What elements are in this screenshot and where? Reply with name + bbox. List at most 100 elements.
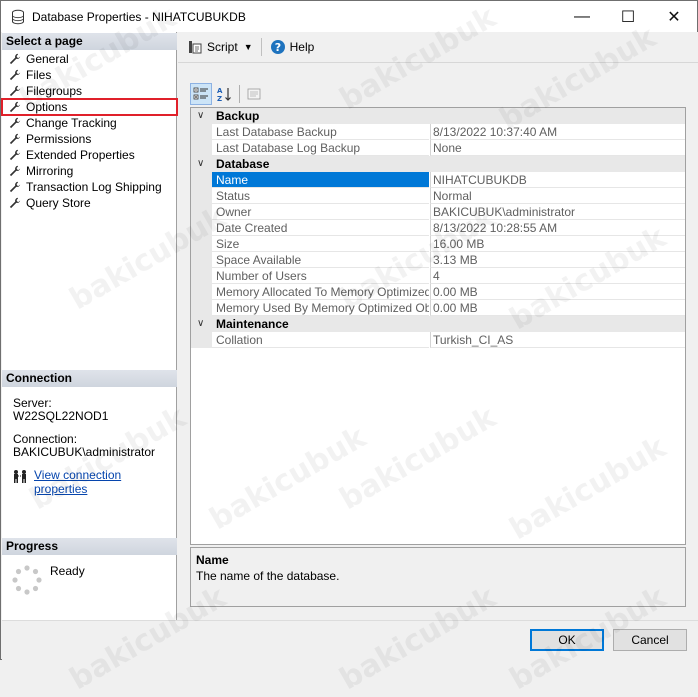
row-gutter: [191, 300, 212, 316]
property-row[interactable]: Memory Allocated To Memory Optimized Obj…: [191, 284, 685, 300]
connection-header: Connection: [2, 370, 177, 387]
title-bar[interactable]: Database Properties - NIHATCUBUKDB — ☐ ✕: [1, 1, 697, 32]
page-item-mirroring[interactable]: Mirroring: [2, 163, 177, 179]
property-value: 8/13/2022 10:28:55 AM: [430, 220, 685, 236]
collapse-chevron-icon[interactable]: ∨: [197, 156, 204, 172]
collapse-chevron-icon[interactable]: ∨: [197, 316, 204, 332]
property-name: Last Database Log Backup: [212, 140, 429, 156]
wrench-icon: [9, 53, 21, 65]
page-item-transaction-log-shipping[interactable]: Transaction Log Shipping: [2, 179, 177, 195]
page-item-general[interactable]: General: [2, 51, 177, 67]
database-icon: [12, 9, 24, 24]
view-connection-properties-link[interactable]: View connection properties: [34, 468, 176, 496]
property-pages-icon: [247, 88, 261, 100]
row-gutter: [191, 284, 212, 300]
property-value: 3.13 MB: [430, 252, 685, 268]
page-item-query-store[interactable]: Query Store: [2, 195, 177, 211]
page-item-filegroups[interactable]: Filegroups: [2, 83, 177, 99]
wrench-icon: [9, 117, 21, 129]
script-button[interactable]: Script ▼: [183, 36, 257, 58]
close-button[interactable]: ✕: [651, 1, 697, 32]
toolbar-separator: [260, 38, 262, 56]
property-name: Last Database Backup: [212, 124, 429, 140]
dialog-button-bar: OK Cancel: [2, 620, 698, 660]
property-name: Status: [212, 188, 429, 204]
ok-button[interactable]: OK: [530, 629, 604, 651]
page-item-permissions[interactable]: Permissions: [2, 131, 177, 147]
svg-text:A: A: [217, 87, 223, 95]
property-row[interactable]: Last Database Backup 8/13/2022 10:37:40 A…: [191, 124, 685, 140]
property-value: BAKICUBUK\administrator: [430, 204, 685, 220]
description-title: Name: [196, 553, 229, 567]
page-item-extended-properties[interactable]: Extended Properties: [2, 147, 177, 163]
property-row[interactable]: Number of Users 4: [191, 268, 685, 284]
select-page-header: Select a page: [2, 33, 177, 50]
property-row[interactable]: Memory Used By Memory Optimized Objects0…: [191, 300, 685, 316]
minimize-button[interactable]: —: [559, 1, 605, 32]
chevron-down-icon: ▼: [243, 42, 253, 52]
property-value: 8/13/2022 10:37:40 AM: [430, 124, 685, 140]
alphabetical-button[interactable]: A Z: [213, 83, 235, 105]
property-name: Number of Users: [212, 268, 429, 284]
left-pane: Select a page General Files Filegroups Opti…: [1, 32, 178, 620]
wrench-icon: [9, 149, 21, 161]
server-label: Server:: [13, 396, 52, 410]
grid-toolbar: A Z: [190, 82, 266, 106]
window-title: Database Properties - NIHATCUBUKDB: [32, 9, 246, 24]
maximize-icon: ☐: [620, 8, 636, 26]
property-value: 0.00 MB: [430, 300, 685, 316]
property-value: Turkish_CI_AS: [430, 332, 685, 348]
page-item-label: Query Store: [26, 196, 91, 210]
category-maintenance[interactable]: ∨ Maintenance: [191, 316, 685, 332]
property-row[interactable]: Status Normal: [191, 188, 685, 204]
cancel-button[interactable]: Cancel: [613, 629, 687, 651]
page-item-options[interactable]: Options: [1, 98, 178, 116]
property-grid: ∨ Backup Last Database Backup 8/13/2022 10:…: [190, 107, 686, 545]
connection-value: BAKICUBUK\administrator: [13, 445, 156, 459]
help-button[interactable]: ? Help: [266, 36, 319, 58]
property-row[interactable]: Space Available 3.13 MB: [191, 252, 685, 268]
property-row[interactable]: Date Created 8/13/2022 10:28:55 AM: [191, 220, 685, 236]
property-value: 4: [430, 268, 685, 284]
property-row[interactable]: Last Database Log Backup None: [191, 140, 685, 156]
property-row[interactable]: Size 16.00 MB: [191, 236, 685, 252]
property-row[interactable]: Collation Turkish_CI_AS: [191, 332, 685, 348]
row-gutter: [191, 188, 212, 204]
toolbar: Script ▼ ? Help: [178, 32, 698, 62]
help-label: Help: [289, 40, 315, 54]
property-row[interactable]: Owner BAKICUBUK\administrator: [191, 204, 685, 220]
wrench-icon: [9, 165, 21, 177]
row-gutter: [191, 220, 212, 236]
connection-label: Connection:: [13, 432, 78, 446]
row-gutter: [191, 124, 212, 140]
row-gutter: [191, 204, 212, 220]
page-item-label: Mirroring: [26, 164, 74, 178]
page-list: General Files Filegroups Options Change Trac…: [1, 51, 178, 211]
row-gutter: [191, 252, 212, 268]
script-label: Script: [207, 40, 238, 54]
property-row[interactable]: Name NIHATCUBUKDB: [191, 172, 685, 188]
wrench-icon: [9, 69, 21, 81]
page-item-label: Change Tracking: [26, 116, 117, 130]
property-value: 16.00 MB: [430, 236, 685, 252]
property-pages-button[interactable]: [243, 83, 265, 105]
connection-properties-icon: [14, 470, 26, 483]
property-name: Name: [212, 172, 429, 188]
progress-status: Ready: [50, 564, 85, 578]
category-backup[interactable]: ∨ Backup: [191, 108, 685, 124]
property-name: Date Created: [212, 220, 429, 236]
script-icon: [189, 41, 202, 54]
grid-toolbar-separator: [239, 85, 240, 103]
categorized-button[interactable]: [190, 83, 212, 105]
maximize-button[interactable]: ☐: [605, 1, 651, 32]
collapse-chevron-icon[interactable]: ∨: [197, 108, 204, 124]
property-name: Owner: [212, 204, 429, 220]
svg-text:Z: Z: [217, 95, 222, 102]
server-value: W22SQL22NOD1: [13, 409, 109, 423]
category-database[interactable]: ∨ Database: [191, 156, 685, 172]
minimize-icon: —: [574, 7, 590, 25]
page-item-change-tracking[interactable]: Change Tracking: [2, 115, 177, 131]
description-text: The name of the database.: [196, 569, 340, 583]
row-gutter: [191, 172, 212, 188]
page-item-files[interactable]: Files: [2, 67, 177, 83]
